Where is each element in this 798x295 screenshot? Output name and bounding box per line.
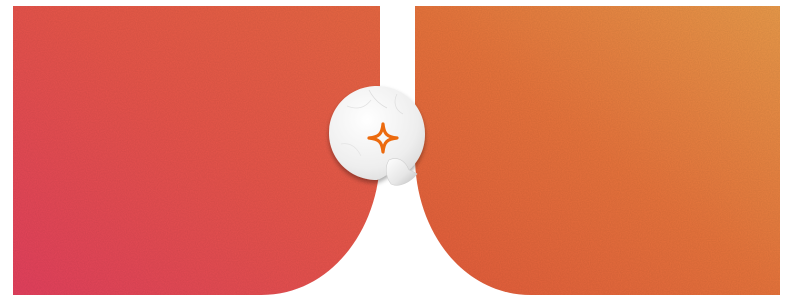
right-panel-shape bbox=[415, 6, 780, 295]
peeling-sticker bbox=[327, 84, 427, 188]
hero-illustration bbox=[0, 0, 798, 295]
left-gradient-panel bbox=[13, 6, 380, 295]
sticker-graphic bbox=[329, 86, 425, 186]
left-panel-shape bbox=[13, 6, 380, 295]
sticker-face bbox=[329, 86, 425, 180]
right-gradient-panel bbox=[415, 6, 780, 295]
